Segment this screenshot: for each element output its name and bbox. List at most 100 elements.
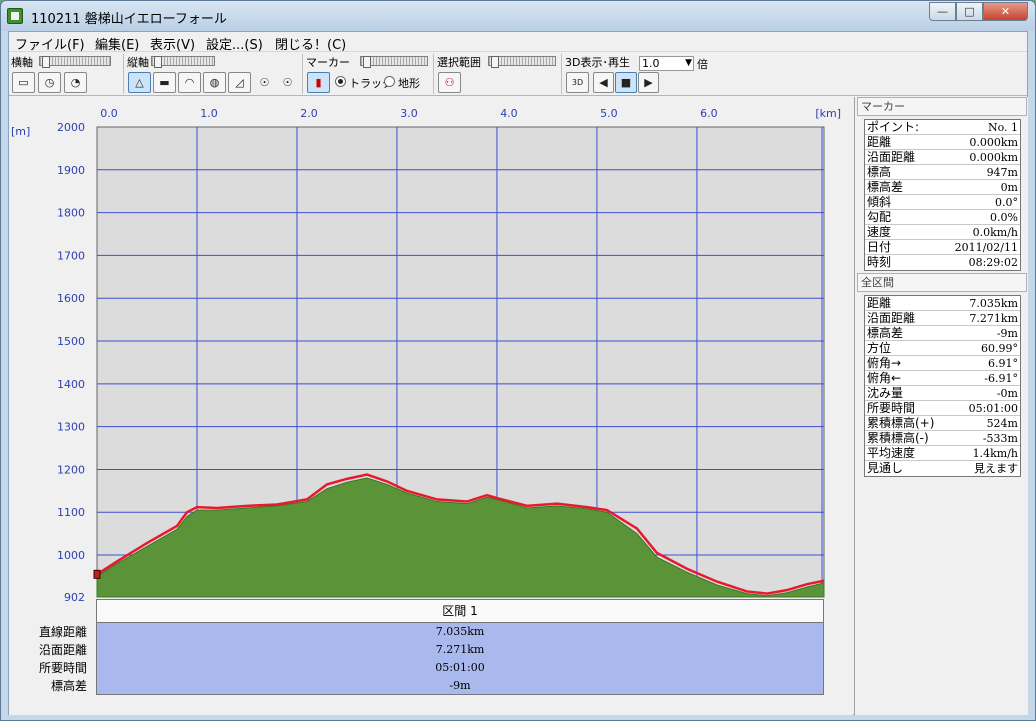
- menu-file[interactable]: ファイル(F): [15, 34, 85, 53]
- h-axis-group: 横軸 ▭ ◷ ◔: [9, 54, 124, 94]
- lap-a-icon[interactable]: ☉: [253, 72, 276, 93]
- selection-slider[interactable]: [488, 56, 556, 68]
- y-tick-label: 1900: [57, 164, 85, 177]
- total_panel-value: 6.91°: [988, 357, 1018, 370]
- h-time-icon[interactable]: ◷: [38, 72, 61, 93]
- x-tick-label: 6.0: [700, 107, 718, 120]
- y-tick-label: 902: [64, 591, 85, 602]
- segment-value-straight: 7.035km: [435, 625, 485, 638]
- marker_panel-row: 速度 0.0km/h: [865, 225, 1020, 240]
- lap-b-icon[interactable]: ☉: [276, 72, 299, 93]
- title-bar[interactable]: 110211 磐梯山イエローフォール — □ ✕: [1, 1, 1035, 31]
- v-axis-group: 縦軸 △ ▬ ◠ ◍ ◿ ☉ ☉: [125, 54, 303, 94]
- marker_panel-row: 傾斜 0.0°: [865, 195, 1020, 210]
- elevation-chart-pane: 0.0 1.0 2.0 3.0 4.0 5.0 6.0 [km] [m] 2000 1900 1800…: [9, 97, 853, 715]
- chevron-down-icon: ▼: [685, 58, 692, 68]
- menu-close[interactable]: 閉じる！(C): [275, 34, 346, 53]
- total_panel-row: 所要時間 05:01:00: [865, 401, 1020, 416]
- marker-info-table: ポイント: No. 1 距離 0.000km 沿面距離 0.000km 標高 947m 標高差 0…: [864, 119, 1021, 271]
- total_panel-row: 沈み量 -0m: [865, 386, 1020, 401]
- playback-group: 3D表示･再生 1.0 ▼ 倍 3D ◀ ■ ▶: [563, 54, 708, 94]
- total_panel-row: 方位 60.99°: [865, 341, 1020, 356]
- x-tick-label: 2.0: [300, 107, 318, 120]
- segment-value-surface: 7.271km: [435, 643, 485, 656]
- marker_panel-value: 08:29:02: [968, 256, 1018, 269]
- marker_panel-row: 距離 0.000km: [865, 135, 1020, 150]
- marker_panel-row: 日付 2011/02/11: [865, 240, 1020, 255]
- marker_panel-key: ポイント:: [867, 120, 920, 134]
- total_panel-row: 平均速度 1.4km/h: [865, 446, 1020, 461]
- total-panel-title: 全区間: [857, 273, 1027, 292]
- total_panel-key: 累積標高(+): [867, 416, 935, 430]
- start-marker-icon: [93, 569, 101, 579]
- total_panel-key: 沿面距離: [867, 311, 916, 325]
- marker_panel-value: 947m: [986, 166, 1018, 179]
- mountain-icon[interactable]: △: [128, 72, 151, 93]
- segment-value-time: 05:01:00: [435, 661, 485, 674]
- toolbar: 横軸 ▭ ◷ ◔ 縦軸 △ ▬ ◠ ◍ ◿ ☉ ☉ マーカー ▮ トラック 地形…: [9, 52, 1027, 96]
- app-window: 110211 磐梯山イエローフォール — □ ✕ ファイル(F) 編集(E) 表…: [0, 0, 1036, 721]
- total_panel-key: 俯角←: [867, 371, 902, 385]
- total_panel-row: 距離 7.035km: [865, 296, 1020, 311]
- info-side-pane: マーカー ポイント: No. 1 距離 0.000km 沿面距離 0.000km 標高 947…: [854, 97, 1028, 715]
- marker_panel-key: 標高差: [867, 180, 904, 194]
- h-axis-slider[interactable]: [39, 56, 111, 68]
- speedometer-icon[interactable]: ◠: [178, 72, 201, 93]
- marker_panel-value: 0.0°: [995, 196, 1018, 209]
- marker_panel-key: 距離: [867, 135, 892, 149]
- close-button[interactable]: ✕: [983, 2, 1028, 21]
- total_panel-value: 05:01:00: [968, 402, 1018, 415]
- maximize-button[interactable]: □: [956, 2, 983, 21]
- marker_panel-value: 0.0km/h: [972, 226, 1018, 239]
- minimize-button[interactable]: —: [929, 2, 956, 21]
- total_panel-key: 所要時間: [867, 401, 916, 415]
- segment-header[interactable]: 区間 1: [96, 599, 824, 623]
- v-axis-slider[interactable]: [151, 56, 215, 68]
- selection-range-icon[interactable]: ⚇: [438, 72, 461, 93]
- y-tick-label: 1200: [57, 463, 85, 476]
- segment-value-elev: -9m: [449, 679, 471, 692]
- marker_panel-value: 0.000km: [969, 136, 1018, 149]
- speed-select[interactable]: 1.0 ▼: [639, 56, 694, 71]
- menu-view[interactable]: 表示(V): [150, 34, 195, 53]
- marker-pin-icon[interactable]: ▮: [307, 72, 330, 93]
- h-point-icon[interactable]: ◔: [64, 72, 87, 93]
- elevation-profile-chart[interactable]: 0.0 1.0 2.0 3.0 4.0 5.0 6.0 [km] [m] 2000 1900 1800…: [9, 97, 853, 602]
- view-3d-button[interactable]: 3D: [566, 72, 589, 93]
- total_panel-row: 累積標高(-) -533m: [865, 431, 1020, 446]
- track-radio[interactable]: [335, 76, 346, 87]
- menu-settings[interactable]: 設定...(S): [206, 34, 263, 53]
- x-tick-label: 3.0: [400, 107, 418, 120]
- marker_panel-key: 標高: [867, 165, 892, 179]
- marker_panel-row: 時刻 08:29:02: [865, 255, 1020, 270]
- segment-label-surface: 沿面距離: [38, 643, 87, 657]
- play-icon[interactable]: ▶: [638, 72, 659, 93]
- marker_panel-value: No. 1: [987, 121, 1018, 134]
- total-info-table: 距離 7.035km 沿面距離 7.271km 標高差 -9m 方位 60.99° 俯角→ 6.9…: [864, 295, 1021, 477]
- y-tick-label: 1500: [57, 335, 85, 348]
- marker-label: マーカー: [306, 56, 350, 69]
- marker_panel-value: 0.0%: [990, 211, 1018, 224]
- ruler-icon[interactable]: ▬: [153, 72, 176, 93]
- x-tick-label: 4.0: [500, 107, 518, 120]
- window-title: 110211 磐梯山イエローフォール: [31, 12, 227, 27]
- stop-icon[interactable]: ■: [615, 72, 637, 93]
- marker-slider[interactable]: [360, 56, 428, 68]
- h-distance-icon[interactable]: ▭: [12, 72, 35, 93]
- gauge-icon[interactable]: ◍: [203, 72, 226, 93]
- y-tick-label: 1000: [57, 549, 85, 562]
- total_panel-row: 俯角→ 6.91°: [865, 356, 1020, 371]
- total_panel-row: 見通し 見えます: [865, 461, 1020, 476]
- total_panel-row: 俯角← -6.91°: [865, 371, 1020, 386]
- terrain-radio[interactable]: [384, 76, 395, 87]
- marker_panel-value: 0.000km: [969, 151, 1018, 164]
- marker_panel-row: 標高差 0m: [865, 180, 1020, 195]
- marker_panel-key: 勾配: [867, 210, 892, 224]
- menu-edit[interactable]: 編集(E): [95, 34, 139, 53]
- marker_panel-key: 時刻: [867, 255, 892, 269]
- slope-icon[interactable]: ◿: [228, 72, 251, 93]
- app-icon: [7, 8, 23, 24]
- marker_panel-row: ポイント: No. 1: [865, 120, 1020, 135]
- total_panel-key: 距離: [867, 296, 892, 310]
- rewind-icon[interactable]: ◀: [593, 72, 614, 93]
